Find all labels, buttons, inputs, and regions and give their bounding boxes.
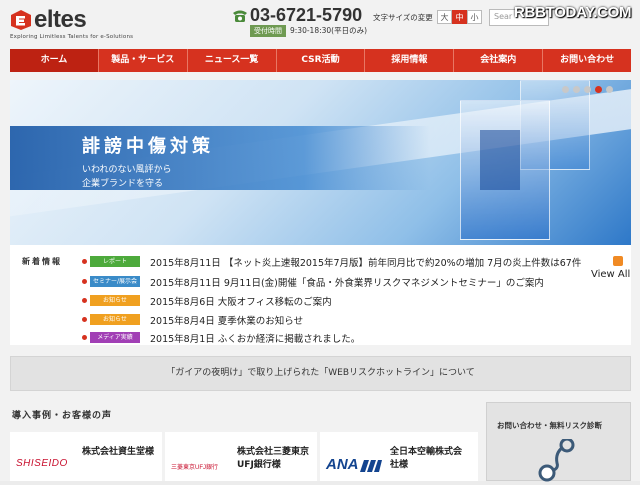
case-name-line: 株式会社資生堂様 [82, 447, 155, 457]
phone-number: 03-6721-5790 [250, 5, 363, 25]
slide-dot[interactable] [584, 86, 591, 93]
shiseido-logo: SHISEIDO [16, 458, 68, 469]
bullet-icon [82, 317, 87, 322]
cases-title: 導入事例・お客様の声 [12, 411, 113, 421]
slide-dot[interactable] [573, 86, 580, 93]
hero-title: 誹謗中傷対策 [82, 136, 214, 157]
nav-contact[interactable]: お問い合わせ [543, 49, 631, 72]
font-size-label: 文字サイズの変更 [373, 13, 433, 22]
news-badge: レポート [90, 256, 140, 267]
nav-home[interactable]: ホーム [10, 49, 99, 72]
case-bank[interactable]: 三菱東京UFJ銀行 株式会社三菱東京 UFJ銀行様 [165, 432, 317, 481]
rss-icon[interactable] [613, 256, 623, 266]
hero-subtitle: いわれのない風評から 企業ブランドを守る [82, 163, 172, 191]
bank-logo: 三菱東京UFJ銀行 [171, 465, 218, 471]
bullet-icon [82, 279, 87, 284]
ana-stripes-icon [360, 460, 382, 472]
news-text[interactable]: 2015年8月4日 夏季休業のお知らせ [150, 313, 303, 327]
font-size-small-button[interactable]: 小 [467, 10, 482, 24]
nav-recruit[interactable]: 採用情報 [365, 49, 455, 72]
case-name: 株式会社資生堂様 [82, 446, 154, 459]
news-item[interactable]: お知らせ 2015年8月4日 夏季休業のお知らせ [82, 311, 303, 328]
hero-subtitle-line: 企業ブランドを守る [82, 179, 164, 189]
case-shiseido[interactable]: SHISEIDO 株式会社資生堂様 [10, 432, 162, 481]
side-title: お問い合わせ・無料リスク診断 [497, 421, 602, 430]
news-badge: お知らせ [90, 314, 140, 325]
news-section: 新着情報 View All レポート 2015年8月11日 【ネット炎上速報20… [10, 245, 631, 345]
case-name-line: 株式会社三菱東京 [237, 447, 310, 457]
news-item[interactable]: メディア実績 2015年8月1日 ふくおか経済に掲載されました。 [82, 330, 360, 345]
nav-news[interactable]: ニュース一覧 [188, 49, 277, 72]
bullet-icon [82, 335, 87, 340]
case-name: 株式会社三菱東京 UFJ銀行様 [237, 446, 309, 472]
hours-label: 受付時間 [250, 25, 286, 37]
business-hours: 9:30-18:30(平日のみ) [290, 26, 368, 35]
font-size-large-button[interactable]: 大 [437, 10, 452, 24]
nav-csr[interactable]: CSR活動 [277, 49, 366, 72]
news-badge: お知らせ [90, 295, 140, 306]
hero-subtitle-line: いわれのない風評から [82, 165, 172, 175]
slide-indicator [562, 86, 613, 93]
news-text[interactable]: 2015年8月6日 大阪オフィス移転のご案内 [150, 294, 332, 308]
slide-dot-active[interactable] [595, 86, 602, 93]
hero-decoration [480, 130, 520, 190]
logo-tagline: Exploring Limitless Talents for e-Soluti… [10, 34, 134, 40]
page: eltes Exploring Limitless Talents for e-… [0, 0, 640, 482]
logo-text[interactable]: eltes [34, 6, 87, 34]
case-ana[interactable]: ANA 全日本空輸株式会 社様 [320, 432, 478, 481]
phone-icon [233, 10, 247, 22]
slide-dot[interactable] [562, 86, 569, 93]
view-all-link[interactable]: View All [591, 269, 630, 280]
hero-title-band [10, 126, 430, 190]
news-item[interactable]: セミナー/展示会 2015年8月11日 9月11日(金)開催「食品・外食業界リス… [82, 273, 544, 290]
news-badge: メディア実績 [90, 332, 140, 343]
contact-risk-diagnosis-box[interactable]: お問い合わせ・無料リスク診断 [486, 402, 631, 482]
watermark: RBBTODAY.COM [514, 4, 632, 21]
hero-banner[interactable]: 誹謗中傷対策 いわれのない風評から 企業ブランドを守る [10, 80, 631, 245]
bullet-icon [82, 259, 87, 264]
eltes-logo-icon[interactable] [10, 9, 32, 31]
news-item[interactable]: レポート 2015年8月11日 【ネット炎上速報2015年7月版】前年同月比で約… [82, 253, 581, 270]
slide-dot[interactable] [606, 86, 613, 93]
news-badge: セミナー/展示会 [90, 276, 140, 287]
news-text[interactable]: 2015年8月11日 【ネット炎上速報2015年7月版】前年同月比で約20%の増… [150, 255, 581, 269]
nav-products[interactable]: 製品・サービス [99, 49, 188, 72]
ana-logo: ANA [326, 456, 359, 473]
news-heading: 新着情報 [22, 257, 62, 266]
gaia-banner-link[interactable]: 「ガイアの夜明け」で取り上げられた「WEBリスクホットライン」について [10, 356, 631, 391]
stethoscope-icon [538, 439, 575, 482]
case-name-line: 社様 [390, 460, 409, 470]
case-name: 全日本空輸株式会 社様 [390, 446, 462, 472]
news-text[interactable]: 2015年8月11日 9月11日(金)開催「食品・外食業界リスクマネジメントセミ… [150, 275, 544, 289]
case-name-line: 全日本空輸株式会 [390, 447, 463, 457]
case-name-line: UFJ銀行様 [237, 460, 281, 470]
font-size-medium-button[interactable]: 中 [452, 10, 467, 24]
news-text[interactable]: 2015年8月1日 ふくおか経済に掲載されました。 [150, 331, 360, 345]
nav-company[interactable]: 会社案内 [454, 49, 544, 72]
news-item[interactable]: お知らせ 2015年8月6日 大阪オフィス移転のご案内 [82, 292, 332, 309]
bullet-icon [82, 298, 87, 303]
main-nav: ホーム 製品・サービス ニュース一覧 CSR活動 採用情報 会社案内 お問い合わ… [10, 49, 631, 72]
